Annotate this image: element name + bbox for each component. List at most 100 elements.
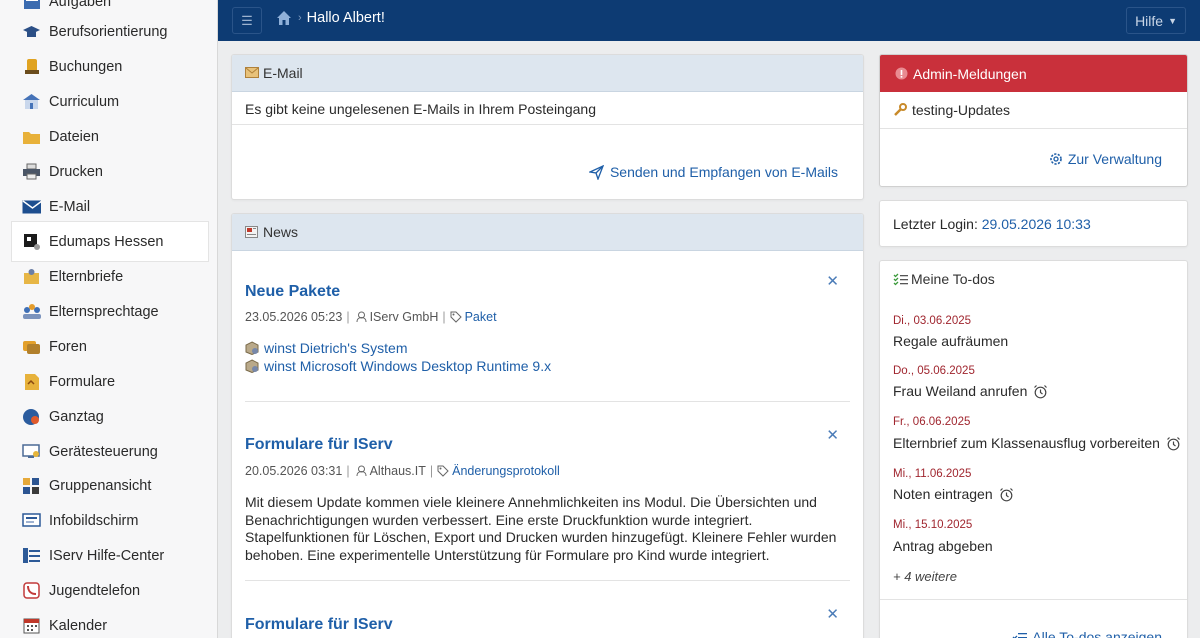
envelope-icon — [245, 67, 259, 79]
news-panel-header: News — [232, 214, 863, 251]
todo-date: Fr., 06.06.2025 — [893, 416, 971, 428]
close-icon[interactable]: ✕ — [826, 426, 839, 444]
todo-item[interactable]: Antrag abgeben — [893, 538, 993, 554]
school-icon — [22, 93, 41, 110]
news-item-author: Althaus.IT — [369, 464, 426, 478]
device-control-icon — [22, 443, 41, 460]
people-icon — [22, 303, 41, 320]
close-icon[interactable]: ✕ — [826, 272, 839, 290]
todo-item[interactable]: Regale aufräumen — [893, 333, 1008, 349]
meta-separator: | — [346, 310, 350, 324]
divider — [232, 124, 863, 125]
caret-down-icon: ▼ — [1168, 15, 1177, 26]
email-panel-header: E-Mail — [232, 55, 863, 92]
help-dropdown-button[interactable]: Hilfe ▼ — [1126, 7, 1186, 34]
topbar: ☰ › Hallo Albert! Hilfe ▼ — [218, 0, 1200, 41]
sidebar-item-label: E-Mail — [49, 198, 91, 215]
calendar-icon — [22, 617, 41, 634]
newspaper-icon — [245, 226, 259, 238]
news-item-tag[interactable]: Änderungsprotokoll — [452, 464, 560, 478]
divider — [245, 401, 850, 402]
news-package-link[interactable]: winst Dietrich's System — [264, 340, 407, 356]
sidebar-item-iserv-hilfe-center[interactable]: IServ Hilfe-Center — [12, 536, 208, 575]
sidebar-item-jugendtelefon[interactable]: Jugendtelefon — [12, 571, 208, 610]
alarm-clock-icon — [1033, 384, 1048, 399]
todos-more[interactable]: + 4 weitere — [893, 569, 1187, 584]
wrench-icon — [893, 103, 907, 117]
news-item-body: Mit diesem Update kommen viele kleinere … — [245, 494, 837, 563]
breadcrumb: › Hallo Albert! — [276, 10, 385, 26]
close-icon[interactable]: ✕ — [826, 605, 839, 623]
news-package-link[interactable]: winst Microsoft Windows Desktop Runtime … — [264, 358, 551, 374]
sidebar-item-label: Infobildschirm — [49, 512, 139, 529]
todo-date: Mi., 11.06.2025 — [893, 468, 972, 480]
admin-message-item[interactable]: testing-Updates — [893, 102, 1187, 118]
todo-text: Noten eintragen — [893, 486, 993, 502]
help-label: Hilfe — [1135, 12, 1164, 29]
todo-item[interactable]: Noten eintragen — [893, 486, 1014, 502]
sidebar-item-ganztag[interactable]: Ganztag — [12, 397, 208, 436]
sidebar-item-label: Gruppenansicht — [49, 477, 152, 494]
sidebar-item-foren[interactable]: Foren — [12, 327, 208, 366]
sidebar-item-berufsorientierung[interactable]: Berufsorientierung — [12, 12, 208, 51]
admin-link[interactable]: Zur Verwaltung — [1049, 151, 1162, 167]
sidebar-item-dateien[interactable]: Dateien — [12, 117, 208, 156]
todo-item[interactable]: Elternbrief zum Klassenausflug vorbereit… — [893, 435, 1181, 451]
admin-message-label: testing-Updates — [912, 102, 1011, 118]
news-item-title[interactable]: Formulare für IServ — [245, 436, 393, 454]
sidebar-item-label: Foren — [49, 338, 87, 355]
todo-item[interactable]: Frau Weiland anrufen — [893, 383, 1048, 399]
send-receive-email-link[interactable]: Senden und Empfangen von E-Mails — [588, 164, 838, 180]
news-item-title[interactable]: Neue Pakete — [245, 283, 340, 301]
user-icon — [356, 465, 367, 477]
last-login-row: Letzter Login: 29.05.2026 10:33 — [893, 216, 1187, 232]
printer-icon — [22, 163, 41, 180]
menu-toggle-button[interactable]: ☰ — [232, 7, 262, 34]
help-center-icon — [22, 547, 41, 564]
news-item-author: IServ GmbH — [369, 310, 439, 324]
sidebar-item-curriculum[interactable]: Curriculum — [12, 82, 208, 121]
todo-date: Mi., 15.10.2025 — [893, 519, 973, 531]
admin-messages-panel: Admin-Meldungen testing-Updates Zur Verw… — [879, 54, 1188, 187]
parent-letter-icon — [22, 268, 41, 285]
admin-messages-title: Admin-Meldungen — [913, 65, 1027, 82]
paper-plane-icon — [588, 164, 604, 180]
tag-icon — [450, 311, 462, 323]
gear-icon — [1049, 152, 1063, 166]
sidebar-item-label: Edumaps Hessen — [49, 233, 164, 250]
sidebar-item-email[interactable]: E-Mail — [12, 187, 208, 226]
sidebar-item-infobildschirm[interactable]: Infobildschirm — [12, 501, 208, 540]
group-grid-icon — [22, 477, 41, 494]
news-panel-title: News — [263, 224, 299, 240]
meta-separator: | — [346, 464, 350, 478]
news-item-tag[interactable]: Paket — [465, 310, 497, 324]
sidebar-item-label: Formulare — [49, 373, 116, 390]
sidebar-item-label: Elternsprechtage — [49, 303, 159, 320]
sidebar-item-label: Berufsorientierung — [49, 23, 168, 40]
last-login-label: Letzter Login: — [893, 216, 978, 232]
sidebar-item-kalender[interactable]: Kalender — [12, 606, 208, 638]
sidebar-item-buchungen[interactable]: Buchungen — [12, 47, 208, 86]
sidebar-item-gruppenansicht[interactable]: Gruppenansicht — [12, 466, 208, 505]
last-login-value: 29.05.2026 10:33 — [981, 216, 1091, 232]
clock-globe-icon — [22, 408, 41, 425]
news-item-date: 23.05.2026 05:23 — [245, 310, 343, 324]
folder-icon — [22, 128, 41, 145]
alert-icon — [895, 67, 908, 80]
sidebar-item-formulare[interactable]: Formulare — [12, 362, 208, 401]
home-icon[interactable] — [276, 10, 292, 26]
tasks-icon — [22, 0, 41, 10]
sidebar-item-edumaps-hessen[interactable]: Edumaps Hessen — [12, 222, 208, 261]
all-todos-link[interactable]: Alle To-dos anzeigen — [1012, 629, 1162, 638]
news-item-title[interactable]: Formulare für IServ — [245, 616, 393, 634]
sidebar: Aufgaben Berufsorientierung Buchungen Cu… — [0, 0, 218, 638]
todos-panel: Meine To-dos Di., 03.06.2025 Regale aufr… — [879, 260, 1188, 638]
sidebar-item-elternsprechtage[interactable]: Elternsprechtage — [12, 292, 208, 331]
info-screen-icon — [22, 512, 41, 529]
sidebar-item-label: Dateien — [49, 128, 99, 145]
sidebar-item-label: Jugendtelefon — [49, 582, 141, 599]
sidebar-item-label: Elternbriefe — [49, 268, 124, 285]
sidebar-item-elternbriefe[interactable]: Elternbriefe — [12, 257, 208, 296]
sidebar-item-drucken[interactable]: Drucken — [12, 152, 208, 191]
user-icon — [356, 311, 367, 323]
